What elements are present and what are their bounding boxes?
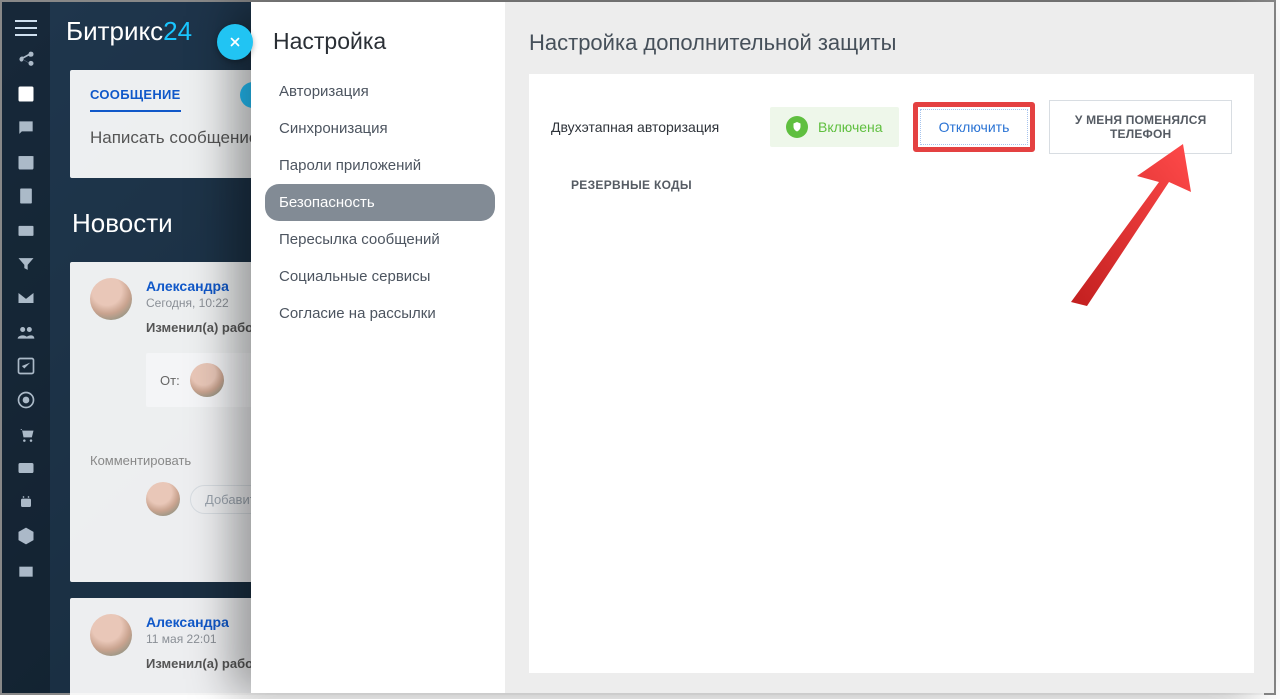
filter-icon[interactable] [16, 254, 36, 274]
feed-icon[interactable] [16, 84, 36, 104]
tab-message[interactable]: СООБЩЕНИЕ [90, 87, 181, 112]
sidebar-item-0[interactable]: Авторизация [265, 73, 495, 110]
target-icon[interactable] [16, 390, 36, 410]
chat-icon[interactable] [16, 118, 36, 138]
avatar [146, 482, 180, 516]
sidebar-item-2[interactable]: Пароли приложений [265, 147, 495, 184]
disable-twofa-button[interactable]: Отключить [920, 109, 1029, 145]
sidebar-item-6[interactable]: Согласие на рассылки [265, 295, 495, 332]
cube-icon[interactable] [16, 526, 36, 546]
changed-phone-button[interactable]: У МЕНЯ ПОМЕНЯЛСЯ ТЕЛЕФОН [1049, 100, 1232, 154]
box-icon[interactable] [16, 560, 36, 580]
avatar [90, 278, 132, 320]
twofa-status: Включена [770, 107, 899, 147]
sidebar-item-5[interactable]: Социальные сервисы [265, 258, 495, 295]
app-brand: Битрикс24 [66, 16, 192, 47]
mail-icon[interactable] [16, 288, 36, 308]
backup-codes-link[interactable]: РЕЗЕРВНЫЕ КОДЫ [571, 178, 1232, 192]
news-heading: Новости [72, 208, 173, 239]
calendar-icon[interactable] [16, 152, 36, 172]
twofa-label: Двухэтапная авторизация [551, 119, 756, 135]
card-icon[interactable] [16, 458, 36, 478]
close-panel-button[interactable] [217, 24, 253, 60]
avatar [190, 363, 224, 397]
menu-icon[interactable] [15, 20, 37, 36]
doc-icon[interactable] [16, 186, 36, 206]
drive-icon[interactable] [16, 220, 36, 240]
sidebar-title: Настройка [273, 28, 495, 55]
left-nav-rail [2, 2, 50, 693]
settings-main: Настройка дополнительной защиты Двухэтап… [505, 2, 1274, 693]
android-icon[interactable] [16, 492, 36, 512]
annotation-highlight: Отключить [913, 102, 1036, 152]
group-icon[interactable] [16, 322, 36, 342]
shield-icon [786, 116, 808, 138]
settings-panel: Настройка АвторизацияСинхронизацияПароли… [251, 2, 1274, 693]
sidebar-item-3[interactable]: Безопасность [265, 184, 495, 221]
cart-icon[interactable] [16, 424, 36, 444]
status-text: Включена [818, 119, 883, 135]
sidebar-item-1[interactable]: Синхронизация [265, 110, 495, 147]
check-icon[interactable] [16, 356, 36, 376]
settings-sheet: Двухэтапная авторизация Включена Отключи… [529, 74, 1254, 673]
avatar [90, 614, 132, 656]
sidebar-item-4[interactable]: Пересылка сообщений [265, 221, 495, 258]
share-icon[interactable] [16, 50, 36, 70]
main-title: Настройка дополнительной защиты [529, 30, 1254, 56]
settings-sidebar: Настройка АвторизацияСинхронизацияПароли… [251, 2, 505, 693]
